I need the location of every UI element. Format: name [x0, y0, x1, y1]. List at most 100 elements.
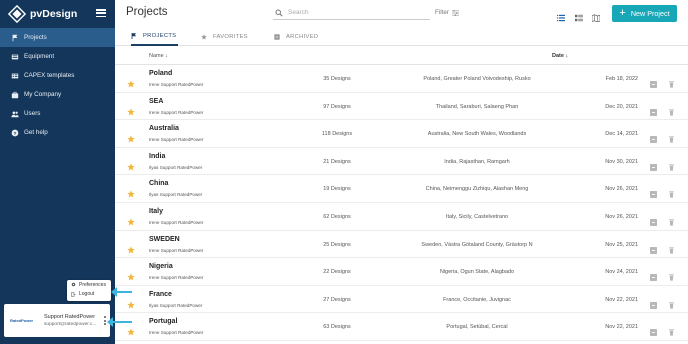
favorite-star-icon[interactable]	[127, 213, 135, 226]
trash-icon[interactable]	[668, 158, 675, 171]
sidebar-item-capex-templates[interactable]: CAPEX templates	[0, 66, 115, 85]
sidebar-item-users[interactable]: Users	[0, 104, 115, 123]
project-name[interactable]: China	[149, 180, 168, 187]
project-date: Nov 25, 2021	[605, 241, 638, 248]
archive-icon[interactable]	[650, 268, 657, 282]
trash-icon[interactable]	[668, 75, 675, 88]
project-owner: Irene Support RatedPower	[149, 219, 204, 225]
project-name[interactable]: Australia	[149, 125, 179, 132]
trash-icon[interactable]	[668, 296, 675, 309]
archive-icon[interactable]	[650, 130, 657, 144]
project-location: Australia, New South Wales, Woodlands	[427, 131, 527, 138]
table-row[interactable]: India Ilyas Support RatedPower 21 Design…	[115, 148, 688, 176]
favorite-star-icon[interactable]	[127, 296, 135, 309]
project-name[interactable]: Nigeria	[149, 263, 173, 270]
new-project-button[interactable]: + New Project	[612, 5, 677, 22]
flag-icon	[11, 34, 19, 42]
sidebar-item-projects[interactable]: Projects	[0, 28, 115, 47]
favorite-star-icon[interactable]	[127, 103, 135, 116]
star-icon	[201, 34, 207, 40]
trash-icon[interactable]	[668, 185, 675, 199]
list-view-icon[interactable]	[557, 9, 565, 22]
sidebar-item-get-help[interactable]: ? Get help	[0, 123, 115, 142]
sidebar-item-label: Equipment	[24, 53, 55, 60]
trash-icon[interactable]	[668, 103, 675, 116]
project-date: Nov 30, 2021	[605, 158, 638, 165]
project-designs: 35 Designs	[323, 76, 351, 82]
table-row[interactable]: SWEDEN Irene Support RatedPower 25 Desig…	[115, 231, 688, 259]
archive-icon[interactable]	[650, 103, 657, 116]
archive-icon[interactable]	[650, 75, 657, 88]
project-list: Poland Irene Support RatedPower 35 Desig…	[115, 65, 688, 341]
name-column-header[interactable]: Name ↓	[149, 53, 168, 59]
table-row[interactable]: Nigeria Irene Support RatedPower 22 Desi…	[115, 258, 688, 286]
project-name[interactable]: India	[149, 153, 165, 160]
project-date: Feb 18, 2022	[605, 76, 638, 82]
trash-icon[interactable]	[668, 323, 675, 336]
user-name: Support RatedPower	[44, 314, 96, 320]
trash-icon[interactable]	[668, 130, 675, 143]
project-date: Nov 24, 2021	[605, 269, 638, 276]
briefcase-icon	[11, 91, 19, 99]
tab-bar: PROJECTS FAVORITES ARCHIVED	[115, 28, 688, 46]
favorite-star-icon[interactable]	[127, 185, 135, 198]
project-designs: 62 Designs	[323, 213, 351, 220]
project-location: Poland, Greater Poland Voivodeship, Rusk…	[423, 76, 531, 82]
project-location: Italy, Sicily, Castelvetrano	[445, 213, 509, 220]
favorite-star-icon[interactable]	[127, 158, 135, 171]
table-row[interactable]: Italy Irene Support RatedPower 62 Design…	[115, 203, 688, 231]
users-icon	[11, 110, 19, 118]
tab-archived[interactable]: ARCHIVED	[274, 28, 318, 46]
table-row[interactable]: Poland Irene Support RatedPower 35 Desig…	[115, 65, 688, 93]
date-column-header[interactable]: Date ↓	[552, 53, 568, 59]
detail-view-icon[interactable]	[575, 9, 583, 22]
table-row[interactable]: France Ilyas Support RatedPower 27 Desig…	[115, 286, 688, 314]
project-owner: Irene Support RatedPower	[149, 330, 204, 336]
archive-icon[interactable]	[650, 296, 657, 309]
archive-icon[interactable]	[650, 213, 657, 226]
hamburger-menu-icon[interactable]	[96, 9, 106, 18]
logout-menu-item[interactable]: Logout	[67, 290, 111, 300]
trash-icon[interactable]	[668, 213, 675, 226]
archive-icon[interactable]	[650, 158, 657, 171]
archive-icon[interactable]	[650, 241, 657, 254]
project-name[interactable]: Italy	[149, 208, 163, 215]
sidebar-item-equipment[interactable]: Equipment	[0, 47, 115, 66]
project-location: Portugal, Setúbal, Cercal	[446, 324, 508, 331]
archive-icon[interactable]	[650, 185, 657, 199]
preferences-label: Preferences	[79, 281, 106, 288]
project-name[interactable]: Poland	[149, 70, 172, 77]
project-name[interactable]: France	[149, 291, 172, 298]
table-row[interactable]: SEA Irene Support RatedPower 97 Designs …	[115, 93, 688, 121]
logout-label: Logout	[79, 291, 95, 298]
preferences-menu-item[interactable]: Preferences	[67, 280, 111, 290]
trash-icon[interactable]	[668, 241, 675, 254]
project-name[interactable]: SEA	[149, 98, 163, 105]
tab-projects[interactable]: PROJECTS	[131, 28, 179, 46]
project-name[interactable]: SWEDEN	[149, 236, 180, 243]
help-icon: ?	[11, 129, 19, 137]
filter-button[interactable]: Filter	[435, 9, 459, 16]
favorite-star-icon[interactable]	[127, 268, 135, 281]
project-designs: 27 Designs	[323, 296, 351, 303]
table-row[interactable]: Australia Irene Support RatedPower 118 D…	[115, 120, 688, 148]
search-input[interactable]	[288, 9, 418, 16]
favorite-star-icon[interactable]	[127, 241, 135, 254]
table-row[interactable]: Portugal Irene Support RatedPower 63 Des…	[115, 313, 688, 341]
sidebar-item-label: Get help	[24, 129, 48, 136]
tab-favorites[interactable]: FAVORITES	[201, 28, 248, 46]
favorite-star-icon[interactable]	[127, 75, 135, 88]
table-row[interactable]: China Ilyas Support RatedPower 19 Design…	[115, 175, 688, 203]
search-icon	[275, 9, 283, 17]
map-view-icon[interactable]	[591, 9, 601, 23]
sidebar-item-my-company[interactable]: My Company	[0, 85, 115, 104]
search-box[interactable]	[273, 6, 430, 20]
user-card[interactable]: RatedPower Support RatedPower support@ra…	[4, 304, 110, 337]
archive-icon[interactable]	[650, 323, 657, 337]
flag-icon	[131, 33, 137, 39]
trash-icon[interactable]	[668, 268, 675, 281]
project-name[interactable]: Portugal	[149, 318, 177, 325]
favorite-star-icon[interactable]	[127, 323, 135, 336]
favorite-star-icon[interactable]	[127, 130, 135, 143]
project-designs: 22 Designs	[323, 269, 351, 276]
